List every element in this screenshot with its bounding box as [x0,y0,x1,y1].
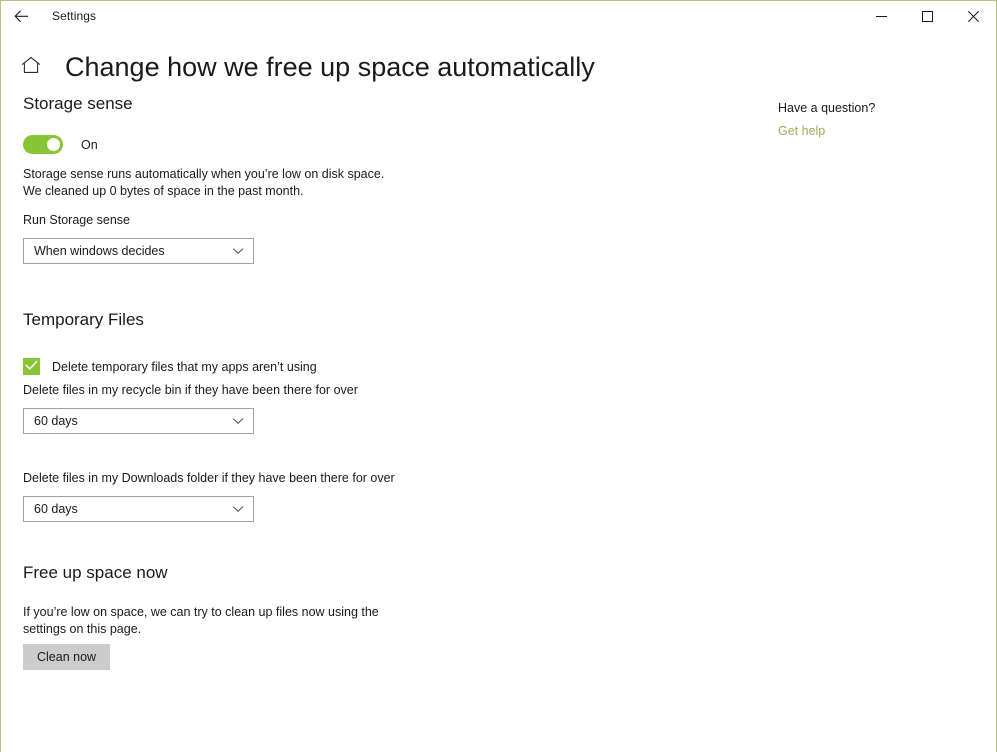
storage-sense-toggle[interactable] [23,135,63,154]
free-up-space-heading: Free up space now [23,563,168,582]
section-free-up-space: Free up space now If you’re low on space… [23,562,623,670]
home-icon [21,56,41,79]
titlebar-title: Settings [52,9,97,23]
storage-sense-description-line1: Storage sense runs automatically when yo… [23,167,385,181]
home-button[interactable] [19,55,43,79]
temporary-files-heading: Temporary Files [23,310,144,329]
downloads-folder-dropdown-value: 60 days [34,502,78,516]
free-up-space-description-line2: settings on this page. [23,622,142,636]
toggle-knob [47,138,60,151]
delete-temp-files-checkbox[interactable] [23,358,40,375]
run-storage-sense-label: Run Storage sense [23,213,131,227]
minimize-button[interactable] [858,1,904,32]
get-help-link[interactable]: Get help [778,123,825,140]
delete-temp-files-checkbox-row: Delete temporary files that my apps aren… [23,358,623,375]
recycle-bin-dropdown[interactable]: 60 days [23,408,254,434]
minimize-icon [875,11,887,22]
back-arrow-icon [13,10,29,23]
storage-sense-toggle-label: On [81,137,98,152]
downloads-folder-label: Delete files in my Downloads folder if t… [23,471,395,485]
run-storage-sense-dropdown-value: When windows decides [34,244,165,258]
recycle-bin-dropdown-value: 60 days [34,414,78,428]
run-storage-sense-dropdown[interactable]: When windows decides [23,238,254,264]
settings-window: Settings Change how we free up space aut… [0,0,997,752]
close-button[interactable] [950,1,996,32]
close-icon [967,11,979,22]
chevron-down-icon [231,414,245,428]
storage-sense-heading: Storage sense [23,94,133,113]
delete-temp-files-label: Delete temporary files that my apps aren… [52,359,317,374]
chevron-down-icon [231,244,245,258]
chevron-down-icon [231,502,245,516]
checkmark-icon [25,358,38,376]
recycle-bin-label: Delete files in my recycle bin if they h… [23,383,358,397]
page-header: Change how we free up space automaticall… [1,47,996,87]
page-title: Change how we free up space automaticall… [65,52,595,82]
section-temporary-files: Temporary Files Delete temporary files t… [23,309,623,522]
section-storage-sense: Storage sense On Storage sense runs auto… [23,93,623,264]
main-column: Storage sense On Storage sense runs auto… [23,93,623,670]
maximize-icon [921,11,933,22]
clean-now-button[interactable]: Clean now [23,644,111,670]
storage-sense-description-line2: We cleaned up 0 bytes of space in the pa… [23,184,304,198]
downloads-folder-dropdown[interactable]: 60 days [23,496,254,522]
caption-buttons [858,1,996,32]
maximize-button[interactable] [904,1,950,32]
help-title: Have a question? [778,101,876,115]
free-up-space-description-line1: If you’re low on space, we can try to cl… [23,605,379,619]
help-column: Have a question? Get help [778,100,978,140]
title-bar: Settings [1,1,996,32]
back-button[interactable] [1,1,41,32]
storage-sense-toggle-row: On [23,135,623,154]
